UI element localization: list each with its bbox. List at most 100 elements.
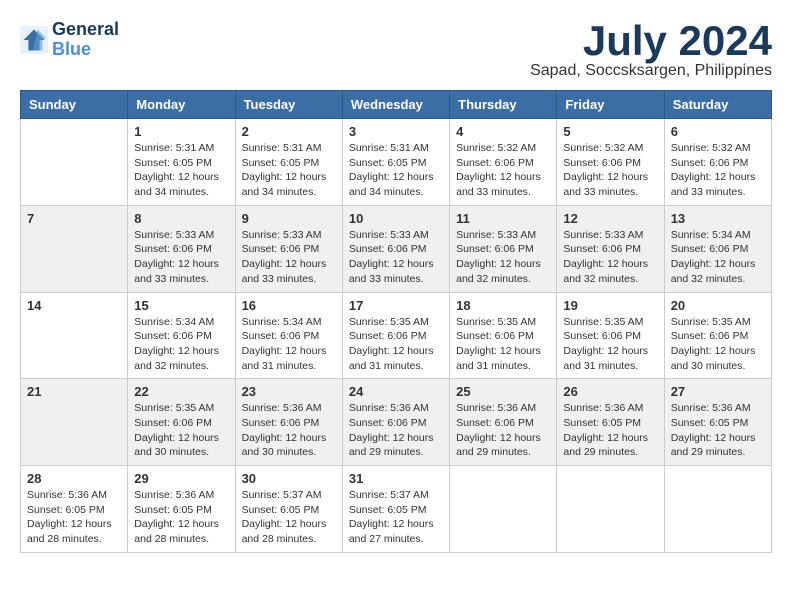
- calendar-cell: 22 Sunrise: 5:35 AM Sunset: 6:06 PM Dayli…: [128, 379, 235, 466]
- header-row: SundayMondayTuesdayWednesdayThursdayFrid…: [21, 91, 772, 119]
- day-info: Sunrise: 5:32 AM Sunset: 6:06 PM Dayligh…: [563, 141, 657, 200]
- day-info: Sunrise: 5:36 AM Sunset: 6:05 PM Dayligh…: [134, 488, 228, 547]
- day-info: Sunrise: 5:36 AM Sunset: 6:05 PM Dayligh…: [563, 401, 657, 460]
- calendar: SundayMondayTuesdayWednesdayThursdayFrid…: [20, 90, 772, 553]
- week-row: 21 22 Sunrise: 5:35 AM Sunset: 6:06 PM Day…: [21, 379, 772, 466]
- weekday-header: Sunday: [21, 91, 128, 119]
- day-number: 26: [563, 384, 657, 399]
- day-info: Sunrise: 5:34 AM Sunset: 6:06 PM Dayligh…: [242, 315, 336, 374]
- week-row: 1 Sunrise: 5:31 AM Sunset: 6:05 PM Daylig…: [21, 119, 772, 206]
- day-number: 12: [563, 211, 657, 226]
- calendar-cell: 10 Sunrise: 5:33 AM Sunset: 6:06 PM Dayli…: [342, 205, 449, 292]
- calendar-cell: 23 Sunrise: 5:36 AM Sunset: 6:06 PM Dayli…: [235, 379, 342, 466]
- day-number: 9: [242, 211, 336, 226]
- week-row: 78Sunrise: 5:33 AM Sunset: 6:06 PM Dayli…: [21, 205, 772, 292]
- weekday-header: Tuesday: [235, 91, 342, 119]
- calendar-cell: 18 Sunrise: 5:35 AM Sunset: 6:06 PM Dayli…: [450, 292, 557, 379]
- day-number: 27: [671, 384, 765, 399]
- weekday-header: Friday: [557, 91, 664, 119]
- day-number: 31: [349, 471, 443, 486]
- day-info: Sunrise: 5:37 AM Sunset: 6:05 PM Dayligh…: [349, 488, 443, 547]
- day-number: 23: [242, 384, 336, 399]
- day-info: Sunrise: 5:36 AM Sunset: 6:06 PM Dayligh…: [349, 401, 443, 460]
- calendar-cell: [557, 466, 664, 553]
- calendar-cell: [450, 466, 557, 553]
- calendar-cell: [664, 466, 771, 553]
- day-number: 5: [563, 124, 657, 139]
- day-info: Sunrise: 5:35 AM Sunset: 6:06 PM Dayligh…: [671, 315, 765, 374]
- day-number: 16: [242, 298, 336, 313]
- calendar-cell: 29 Sunrise: 5:36 AM Sunset: 6:05 PM Dayli…: [128, 466, 235, 553]
- subtitle: Sapad, Soccsksargen, Philippines: [530, 62, 772, 80]
- day-info: Sunrise: 5:35 AM Sunset: 6:06 PM Dayligh…: [563, 315, 657, 374]
- day-info: Sunrise: 5:31 AM Sunset: 6:05 PM Dayligh…: [349, 141, 443, 200]
- calendar-cell: 11 Sunrise: 5:33 AM Sunset: 6:06 PM Dayli…: [450, 205, 557, 292]
- day-info: Sunrise: 5:36 AM Sunset: 6:05 PM Dayligh…: [27, 488, 121, 547]
- day-info: Sunrise: 5:34 AM Sunset: 6:06 PM Dayligh…: [134, 315, 228, 374]
- calendar-cell: 15 Sunrise: 5:34 AM Sunset: 6:06 PM Dayli…: [128, 292, 235, 379]
- day-info: Sunrise: 5:33 AM Sunset: 6:06 PM Dayligh…: [456, 228, 550, 287]
- day-number: 17: [349, 298, 443, 313]
- month-title: July 2024: [530, 20, 772, 62]
- weekday-header: Monday: [128, 91, 235, 119]
- calendar-cell: 8Sunrise: 5:33 AM Sunset: 6:06 PM Daylig…: [128, 205, 235, 292]
- calendar-cell: 3Sunrise: 5:31 AM Sunset: 6:05 PM Daylig…: [342, 119, 449, 206]
- day-info: Sunrise: 5:33 AM Sunset: 6:06 PM Dayligh…: [242, 228, 336, 287]
- day-number: 15: [134, 298, 228, 313]
- day-number: 21: [27, 384, 121, 399]
- day-number: 11: [456, 211, 550, 226]
- day-info: Sunrise: 5:34 AM Sunset: 6:06 PM Dayligh…: [671, 228, 765, 287]
- day-number: 30: [242, 471, 336, 486]
- day-info: Sunrise: 5:36 AM Sunset: 6:05 PM Dayligh…: [671, 401, 765, 460]
- calendar-cell: 31 Sunrise: 5:37 AM Sunset: 6:05 PM Dayli…: [342, 466, 449, 553]
- day-number: 20: [671, 298, 765, 313]
- calendar-cell: 24 Sunrise: 5:36 AM Sunset: 6:06 PM Dayli…: [342, 379, 449, 466]
- week-row: 28Sunrise: 5:36 AM Sunset: 6:05 PM Dayli…: [21, 466, 772, 553]
- day-number: 18: [456, 298, 550, 313]
- day-number: 4: [456, 124, 550, 139]
- calendar-cell: 20 Sunrise: 5:35 AM Sunset: 6:06 PM Dayli…: [664, 292, 771, 379]
- day-info: Sunrise: 5:32 AM Sunset: 6:06 PM Dayligh…: [456, 141, 550, 200]
- logo: GeneralBlue: [20, 20, 119, 60]
- calendar-cell: 12 Sunrise: 5:33 AM Sunset: 6:06 PM Dayli…: [557, 205, 664, 292]
- day-number: 6: [671, 124, 765, 139]
- calendar-cell: [21, 119, 128, 206]
- day-number: 22: [134, 384, 228, 399]
- day-number: 29: [134, 471, 228, 486]
- calendar-cell: 25Sunrise: 5:36 AM Sunset: 6:06 PM Dayli…: [450, 379, 557, 466]
- calendar-cell: 7: [21, 205, 128, 292]
- title-area: July 2024 Sapad, Soccsksargen, Philippin…: [530, 20, 772, 80]
- day-number: 14: [27, 298, 121, 313]
- day-number: 1: [134, 124, 228, 139]
- calendar-cell: 5 Sunrise: 5:32 AM Sunset: 6:06 PM Daylig…: [557, 119, 664, 206]
- day-info: Sunrise: 5:35 AM Sunset: 6:06 PM Dayligh…: [349, 315, 443, 374]
- header: GeneralBlue July 2024 Sapad, Soccsksarge…: [20, 20, 772, 80]
- calendar-cell: 28Sunrise: 5:36 AM Sunset: 6:05 PM Dayli…: [21, 466, 128, 553]
- calendar-cell: 16 Sunrise: 5:34 AM Sunset: 6:06 PM Dayli…: [235, 292, 342, 379]
- calendar-cell: 9 Sunrise: 5:33 AM Sunset: 6:06 PM Daylig…: [235, 205, 342, 292]
- day-number: 2: [242, 124, 336, 139]
- day-number: 19: [563, 298, 657, 313]
- day-info: Sunrise: 5:35 AM Sunset: 6:06 PM Dayligh…: [134, 401, 228, 460]
- day-number: 24: [349, 384, 443, 399]
- day-info: Sunrise: 5:32 AM Sunset: 6:06 PM Dayligh…: [671, 141, 765, 200]
- day-number: 13: [671, 211, 765, 226]
- day-info: Sunrise: 5:33 AM Sunset: 6:06 PM Dayligh…: [349, 228, 443, 287]
- day-info: Sunrise: 5:36 AM Sunset: 6:06 PM Dayligh…: [456, 401, 550, 460]
- calendar-cell: 1 Sunrise: 5:31 AM Sunset: 6:05 PM Daylig…: [128, 119, 235, 206]
- calendar-cell: 17 Sunrise: 5:35 AM Sunset: 6:06 PM Dayli…: [342, 292, 449, 379]
- day-number: 10: [349, 211, 443, 226]
- day-number: 8: [134, 211, 228, 226]
- day-info: Sunrise: 5:37 AM Sunset: 6:05 PM Dayligh…: [242, 488, 336, 547]
- logo-text: GeneralBlue: [52, 20, 119, 60]
- calendar-cell: 30 Sunrise: 5:37 AM Sunset: 6:05 PM Dayli…: [235, 466, 342, 553]
- day-info: Sunrise: 5:35 AM Sunset: 6:06 PM Dayligh…: [456, 315, 550, 374]
- calendar-cell: 13 Sunrise: 5:34 AM Sunset: 6:06 PM Dayli…: [664, 205, 771, 292]
- day-info: Sunrise: 5:31 AM Sunset: 6:05 PM Dayligh…: [242, 141, 336, 200]
- calendar-cell: 6 Sunrise: 5:32 AM Sunset: 6:06 PM Daylig…: [664, 119, 771, 206]
- day-info: Sunrise: 5:31 AM Sunset: 6:05 PM Dayligh…: [134, 141, 228, 200]
- calendar-cell: 21: [21, 379, 128, 466]
- calendar-cell: 27 Sunrise: 5:36 AM Sunset: 6:05 PM Dayli…: [664, 379, 771, 466]
- day-info: Sunrise: 5:36 AM Sunset: 6:06 PM Dayligh…: [242, 401, 336, 460]
- day-info: Sunrise: 5:33 AM Sunset: 6:06 PM Dayligh…: [563, 228, 657, 287]
